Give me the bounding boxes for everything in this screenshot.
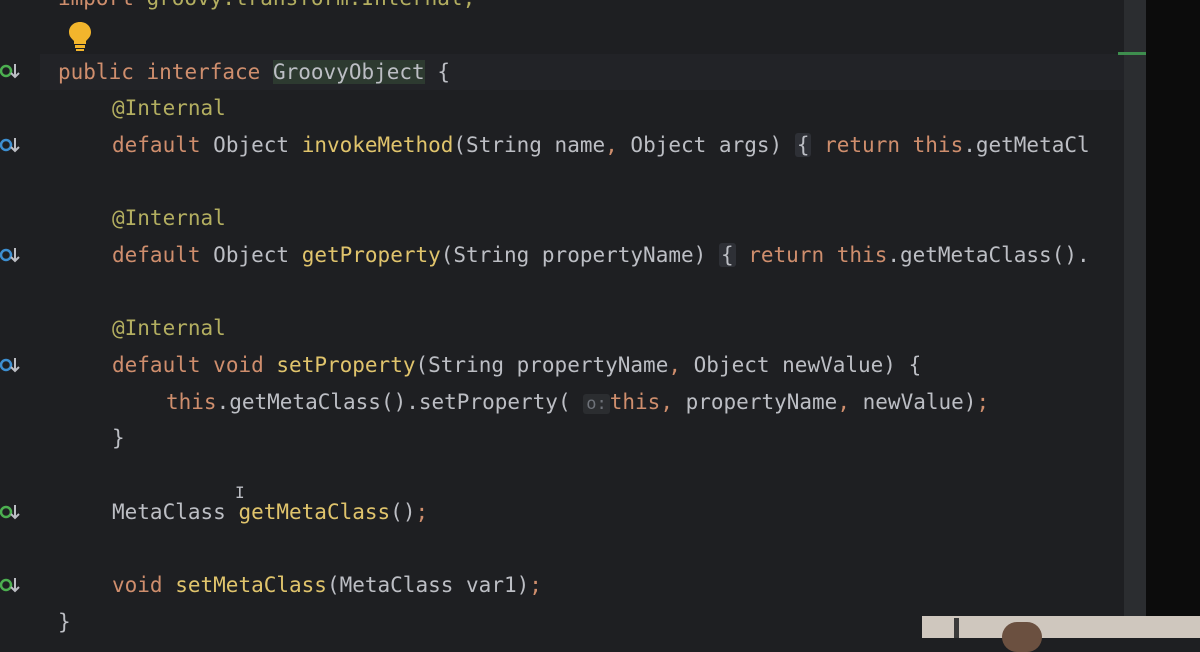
keyword-public: public <box>58 60 134 84</box>
method-call: .getMetaClass().setProperty( <box>216 390 571 414</box>
parens: () <box>390 500 416 524</box>
keyword-void: void <box>213 353 264 377</box>
code-line-interface-declaration[interactable]: public interface GroovyObject { <box>58 54 450 90</box>
params: Object newValue) { <box>681 353 922 377</box>
implemented-override-icon[interactable] <box>0 574 22 596</box>
code-line-import[interactable]: import groovy.transform.Internal; <box>58 0 475 16</box>
comma: , <box>605 133 618 157</box>
method-name: getMetaClass <box>238 500 391 524</box>
return-type: MetaClass <box>112 500 226 524</box>
code-line-close-brace[interactable]: } <box>112 420 125 456</box>
parameter-hint: o: <box>583 394 610 414</box>
implemented-override-icon[interactable] <box>0 60 22 82</box>
argument: newValue) <box>850 390 977 414</box>
comma: , <box>668 353 682 377</box>
argument: propertyName <box>672 390 838 414</box>
semicolon: ; <box>529 573 542 597</box>
code-line-set-property-body[interactable]: this.getMetaClass().setProperty( o: this,… <box>166 384 989 420</box>
implemented-override-icon[interactable] <box>0 501 22 523</box>
semicolon: ; <box>976 390 990 414</box>
code-line-set-property[interactable]: default void setProperty(String property… <box>112 347 921 383</box>
method-name: setMetaClass <box>175 573 327 597</box>
keyword-return: return <box>824 133 900 157</box>
params: (String propertyName) <box>440 243 707 267</box>
scrollbar-marker <box>1118 52 1146 55</box>
keyword-return: return <box>748 243 825 267</box>
method-name: setProperty <box>276 353 416 377</box>
vertical-scrollbar[interactable] <box>1124 0 1146 638</box>
import-path: groovy.transform.Internal; <box>134 0 476 10</box>
params: (String propertyName <box>415 353 669 377</box>
keyword-this: this <box>912 133 964 157</box>
semicolon: ; <box>415 500 429 524</box>
keyword-this: this <box>166 390 217 414</box>
comma: , <box>660 390 673 414</box>
method-call: .getMetaCl <box>963 133 1090 157</box>
code-editor[interactable]: import groovy.transform.Internal; public… <box>0 0 1146 638</box>
comma: , <box>837 390 850 414</box>
params: (MetaClass var1) <box>326 573 530 597</box>
method-name: invokeMethod <box>301 133 454 157</box>
params: Object args) <box>617 133 783 157</box>
keyword-default: default <box>112 353 201 377</box>
webcam-person <box>1002 622 1042 652</box>
class-name: GroovyObject <box>272 60 425 84</box>
annotation-internal[interactable]: @Internal <box>112 310 226 346</box>
code-line-set-metaclass[interactable]: void setMetaClass(MetaClass var1); <box>112 567 542 603</box>
keyword-default: default <box>112 243 201 267</box>
folded-block[interactable]: { <box>794 133 812 157</box>
implemented-override-icon[interactable] <box>0 134 22 156</box>
keyword-void: void <box>112 573 163 597</box>
open-brace: { <box>437 60 450 84</box>
keyword-this: this <box>836 243 888 267</box>
keyword-interface: interface <box>146 60 261 84</box>
code-line-get-property[interactable]: default Object getProperty(String proper… <box>112 237 1090 273</box>
lightbulb-icon[interactable] <box>66 20 94 52</box>
code-line-invoke-method[interactable]: default Object invokeMethod(String name,… <box>112 127 1090 163</box>
webcam-overlay <box>922 616 1200 638</box>
keyword-default: default <box>112 133 201 157</box>
webcam-detail <box>954 618 959 638</box>
code-line-close-interface[interactable]: } <box>58 604 71 640</box>
annotation-internal[interactable]: @Internal <box>112 90 226 126</box>
annotation-internal[interactable]: @Internal <box>112 200 226 236</box>
implemented-override-icon[interactable] <box>0 354 22 376</box>
keyword: import <box>58 0 134 10</box>
window-edge <box>1146 0 1200 638</box>
keyword-this: this <box>609 390 661 414</box>
return-type: Object <box>213 243 290 267</box>
method-name: getProperty <box>301 243 441 267</box>
implemented-override-icon[interactable] <box>0 244 22 266</box>
method-call: .getMetaClass(). <box>887 243 1090 267</box>
return-type: Object <box>213 133 290 157</box>
code-line-get-metaclass[interactable]: MetaClass getMetaClass(); <box>112 494 428 530</box>
folded-block[interactable]: { <box>718 243 736 267</box>
params: (String name <box>453 133 606 157</box>
